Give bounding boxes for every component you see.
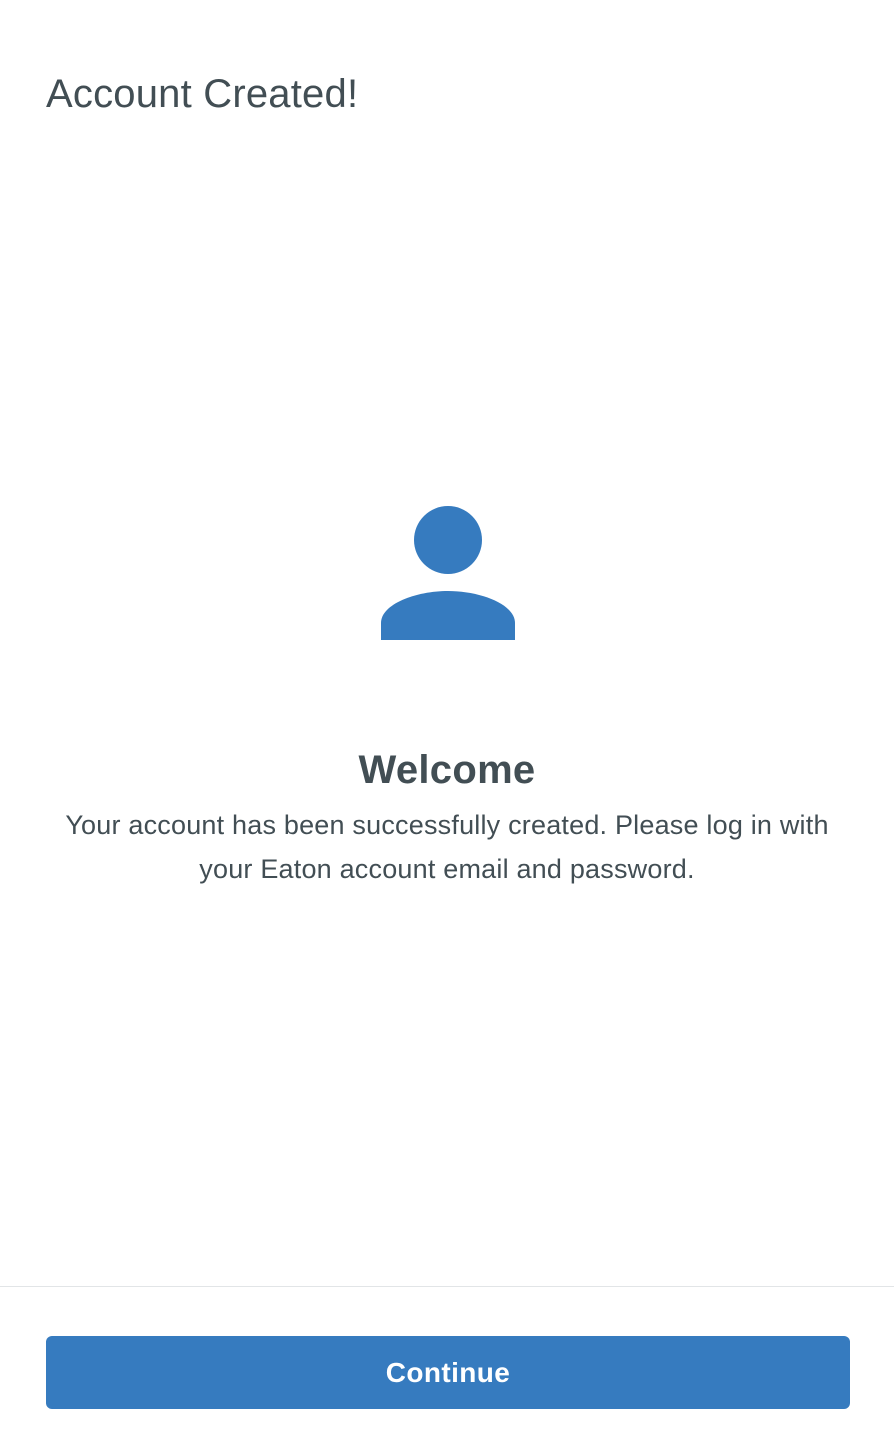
welcome-heading: Welcome <box>358 748 536 792</box>
person-icon-head <box>414 506 482 574</box>
footer-divider <box>0 1286 894 1287</box>
continue-button[interactable]: Continue <box>46 1336 850 1409</box>
person-icon <box>380 506 515 641</box>
welcome-message: Your account has been successfully creat… <box>65 810 829 884</box>
person-icon-body <box>381 591 515 640</box>
page-title: Account Created! <box>46 72 359 116</box>
